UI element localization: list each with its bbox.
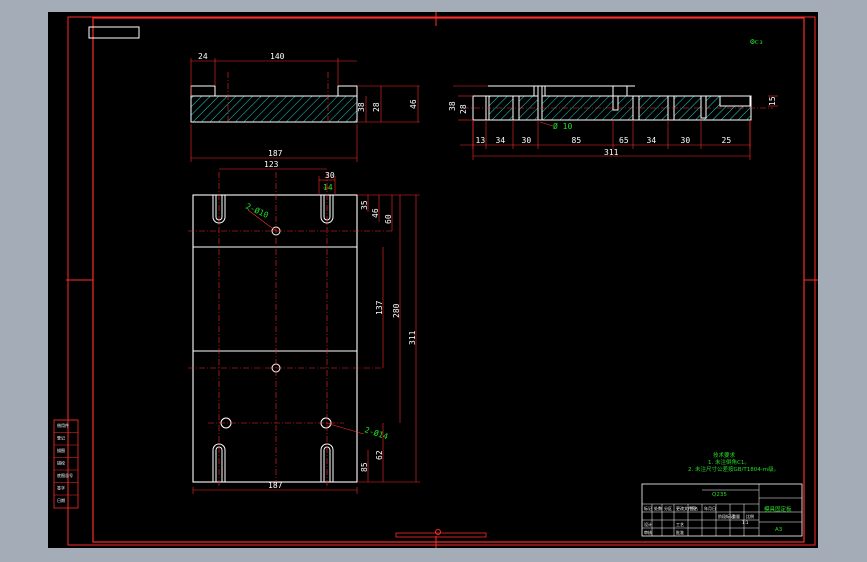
dimension-label: 28: [372, 102, 381, 112]
side-view: 38 28 15 Ø 10 13 34 30 85 65 34 30 25 311: [448, 85, 778, 160]
dimension-label: 1. 未注倒角C1。: [708, 458, 750, 466]
dimension-label: 2-Ø14: [363, 424, 389, 441]
dimension-label: 24: [198, 52, 208, 61]
side-dimension-label: 85: [572, 136, 582, 145]
dimension-label: 140: [270, 52, 285, 61]
title-block-cell: 分区: [664, 505, 672, 511]
dimension-label: 85: [360, 462, 369, 472]
title-block-cell: 批准: [676, 529, 684, 535]
drawing-canvas: ⚙ᴄ₃ 借用件登记描图描校底图总号签字日期 24 140 187 38 28: [48, 12, 818, 548]
side-dimension-label: 30: [522, 136, 532, 145]
title-block-cell: 标记: [644, 505, 652, 511]
dimension-label: 14: [323, 183, 333, 192]
side-table-cell: 描校: [57, 460, 65, 466]
side-dimension-label: 13: [476, 136, 486, 145]
dimension-label: 技术要求: [713, 451, 736, 459]
dimension-label: 30: [325, 171, 335, 180]
plan-view: 2-Ø10 2-Ø14 123 30 14 35 46 60 137 280 3…: [188, 160, 420, 494]
title-block-cell: 比例: [746, 513, 754, 519]
dimension-label: 187: [268, 149, 283, 158]
dimension-label: 60: [384, 214, 393, 224]
title-block-cell: 工艺: [676, 522, 684, 527]
side-table-cell: 登记: [57, 435, 65, 441]
side-table-cell: 日期: [57, 497, 65, 503]
dimension-label: 123: [264, 160, 279, 169]
dimension-label: 38: [448, 101, 457, 111]
dimension-label: 62: [375, 450, 384, 460]
side-dimension-label: 65: [619, 136, 629, 145]
side-table-cell: 借用件: [57, 422, 69, 428]
dimension-label: 模具固定板: [764, 505, 792, 513]
dimension-label: 28: [459, 104, 468, 114]
title-block-cell: 审核: [644, 529, 652, 535]
side-table-cell: 描图: [57, 447, 65, 453]
title-block-cell: 重量: [732, 513, 740, 519]
top-view: 24 140 187 38 28 46: [190, 52, 420, 162]
title-block-cell: 年月日: [704, 505, 716, 511]
dimension-label: 46: [371, 208, 380, 218]
dimension-label: 15: [768, 96, 777, 106]
dimension-label: 311: [408, 330, 417, 345]
technical-notes: 技术要求 1. 未注倒角C1。 2. 未注尺寸公差按GB/T1804-m级。: [688, 451, 779, 473]
title-block-cell: 设计: [644, 521, 652, 527]
dimension-label: A3: [775, 527, 783, 533]
drawing-number-box: [88, 26, 140, 39]
side-dimension-label: 30: [681, 136, 691, 145]
title-block-cell: 签名: [690, 505, 698, 511]
cad-drawing: ⚙ᴄ₃ 借用件登记描图描校底图总号签字日期 24 140 187 38 28 4…: [53, 12, 818, 548]
dimension-label: Q235: [712, 492, 727, 498]
dimension-label: 280: [392, 303, 401, 318]
dimension-label: 35: [360, 200, 369, 210]
dimension-label: 1:1: [742, 520, 749, 525]
corner-note: ⚙ᴄ₃: [750, 37, 763, 46]
side-dimension-label: 34: [647, 136, 657, 145]
dimension-label: 2. 未注尺寸公差按GB/T1804-m级。: [688, 465, 779, 473]
side-dimension-label: 25: [722, 136, 732, 145]
side-table-cell: 签字: [57, 485, 65, 491]
side-dimension-label: 34: [496, 136, 506, 145]
title-block-cell: 处数: [654, 505, 662, 511]
dimension-label: 38: [357, 102, 366, 112]
dimension-label: 311: [604, 148, 619, 157]
dimension-label: Ø 10: [553, 121, 572, 131]
dimension-label: 46: [409, 99, 418, 109]
title-block: Q235 模具固定板 A3 1:1 标记 处数 分区 更改文件号签名 年月日设计审核工艺…: [641, 483, 803, 537]
side-table: 借用件登记描图描校底图总号签字日期: [53, 419, 79, 509]
dimension-label: 187: [268, 481, 283, 490]
dimension-label: 137: [375, 300, 384, 315]
side-table-cell: 底图总号: [57, 472, 73, 478]
